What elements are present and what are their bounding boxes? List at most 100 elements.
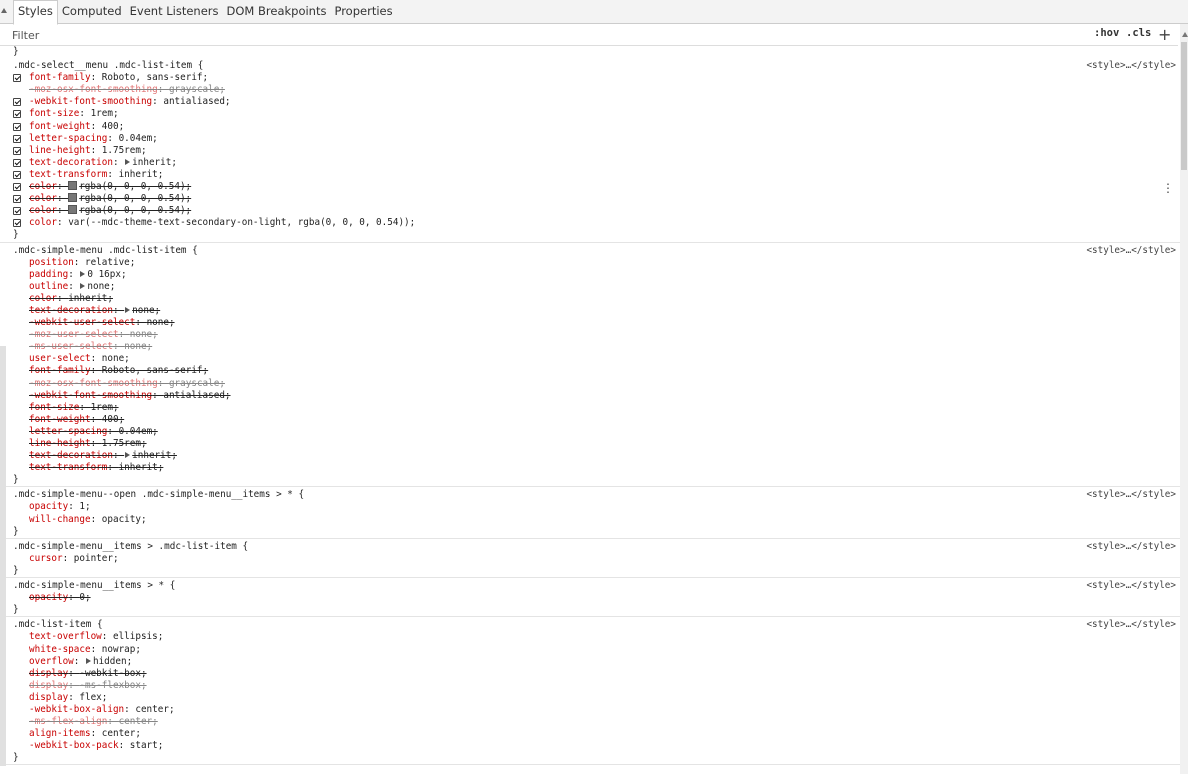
declaration-checkbox[interactable] bbox=[13, 207, 21, 216]
expand-shorthand-icon[interactable] bbox=[125, 452, 131, 459]
property-value[interactable]: Roboto, sans-serif; bbox=[102, 72, 208, 83]
property-value[interactable]: rgba(0, 0, 0, 0.54); bbox=[79, 181, 191, 192]
declaration[interactable]: color: inherit; bbox=[0, 293, 1180, 305]
declaration-checkbox[interactable] bbox=[13, 170, 21, 179]
rule-source-link[interactable]: <style>…</style> bbox=[1086, 60, 1176, 72]
declaration[interactable]: text-overflow: ellipsis; bbox=[0, 631, 1180, 643]
property-value[interactable]: 0; bbox=[79, 592, 90, 603]
declaration[interactable]: display: flex; bbox=[0, 692, 1180, 704]
rule-selector[interactable]: .mdc-simple-menu .mdc-list-item { bbox=[13, 245, 198, 256]
declaration[interactable]: font-weight: 400; bbox=[0, 414, 1180, 426]
property-name[interactable]: color bbox=[29, 181, 57, 192]
declaration[interactable]: text-transform: inherit; bbox=[0, 462, 1180, 474]
declaration-checkbox[interactable] bbox=[13, 219, 21, 228]
declaration[interactable]: font-family: Roboto, sans-serif; bbox=[0, 365, 1180, 377]
property-value[interactable]: 0 16px; bbox=[87, 269, 126, 280]
rule-selector[interactable]: .mdc-simple-menu__items > .mdc-list-item… bbox=[13, 541, 248, 552]
property-name[interactable]: text-transform bbox=[29, 462, 107, 473]
declaration[interactable]: -webkit-font-smoothing: antialiased; bbox=[0, 390, 1180, 402]
property-name[interactable]: color bbox=[29, 293, 57, 304]
color-swatch-icon[interactable] bbox=[68, 205, 78, 215]
property-name[interactable]: outline bbox=[29, 281, 68, 292]
expand-shorthand-icon[interactable] bbox=[125, 306, 131, 313]
scrollbar-thumb[interactable] bbox=[1181, 42, 1187, 170]
declaration[interactable]: display: -webkit-box; bbox=[0, 668, 1180, 680]
declaration-checkbox[interactable] bbox=[13, 146, 21, 155]
property-value[interactable]: Roboto, sans-serif; bbox=[102, 365, 208, 376]
property-name[interactable]: -moz-user-select bbox=[29, 329, 119, 340]
property-value[interactable]: rgba(0, 0, 0, 0.54); bbox=[79, 193, 191, 204]
property-value[interactable]: 1.75rem; bbox=[102, 438, 147, 449]
rule-source-link[interactable]: <style>…</style> bbox=[1086, 245, 1176, 257]
property-name[interactable]: color bbox=[29, 205, 57, 216]
declaration[interactable]: -webkit-user-select: none; bbox=[0, 317, 1180, 329]
property-value[interactable]: -ms-flexbox; bbox=[79, 680, 146, 691]
property-name[interactable]: position bbox=[29, 257, 74, 268]
property-value[interactable]: hidden; bbox=[93, 656, 132, 667]
property-value[interactable]: 1; bbox=[79, 501, 90, 512]
property-value[interactable]: grayscale; bbox=[169, 84, 225, 95]
property-value[interactable]: inherit; bbox=[68, 293, 113, 304]
declaration[interactable]: outline: none; bbox=[0, 281, 1180, 293]
hover-state-button[interactable]: :hov bbox=[1094, 27, 1119, 39]
property-name[interactable]: font-size bbox=[29, 108, 79, 119]
tab-dom-breakpoints[interactable]: DOM Breakpoints bbox=[223, 0, 331, 24]
property-name[interactable]: -webkit-user-select bbox=[29, 317, 135, 328]
declaration[interactable]: opacity: 1; bbox=[0, 501, 1180, 513]
declaration[interactable]: -ms-user-select: none; bbox=[0, 341, 1180, 353]
property-value[interactable]: ellipsis; bbox=[113, 631, 163, 642]
property-value[interactable]: var(--mdc-theme-text-secondary-on-light,… bbox=[68, 217, 415, 228]
property-value[interactable]: relative; bbox=[85, 257, 135, 268]
property-name[interactable]: align-items bbox=[29, 728, 91, 739]
declaration[interactable]: line-height: 1.75rem; bbox=[0, 438, 1180, 450]
property-name[interactable]: line-height bbox=[29, 145, 91, 156]
declaration[interactable]: font-family: Roboto, sans-serif; bbox=[0, 72, 1180, 84]
property-name[interactable]: color bbox=[29, 217, 57, 228]
property-name[interactable]: display bbox=[29, 668, 68, 679]
property-name[interactable]: text-transform bbox=[29, 169, 107, 180]
declaration[interactable]: -moz-osx-font-smoothing: grayscale; bbox=[0, 378, 1180, 390]
declaration[interactable]: font-size: 1rem; bbox=[0, 108, 1180, 120]
declaration[interactable]: text-decoration: inherit; bbox=[0, 450, 1180, 462]
property-value[interactable]: center; bbox=[102, 728, 141, 739]
declaration[interactable]: text-decoration: inherit; bbox=[0, 157, 1180, 169]
rule-selector[interactable]: .mdc-simple-menu--open .mdc-simple-menu_… bbox=[13, 489, 304, 500]
tab-computed[interactable]: Computed bbox=[58, 0, 126, 24]
rule-source-link[interactable]: <style>…</style> bbox=[1086, 580, 1176, 592]
property-name[interactable]: white-space bbox=[29, 644, 91, 655]
property-value[interactable]: 400; bbox=[102, 121, 124, 132]
declaration[interactable]: position: relative; bbox=[0, 257, 1180, 269]
collapse-arrow-icon[interactable] bbox=[1, 8, 7, 13]
rule-selector[interactable]: .mdc-list-item { bbox=[13, 619, 103, 630]
declaration[interactable]: -webkit-box-pack: start; bbox=[0, 740, 1180, 752]
new-style-rule-button[interactable]: + bbox=[1158, 25, 1171, 44]
property-name[interactable]: font-family bbox=[29, 72, 91, 83]
property-name[interactable]: text-overflow bbox=[29, 631, 102, 642]
property-name[interactable]: font-weight bbox=[29, 414, 91, 425]
property-name[interactable]: -webkit-box-align bbox=[29, 704, 124, 715]
property-name[interactable]: -moz-osx-font-smoothing bbox=[29, 84, 158, 95]
property-name[interactable]: opacity bbox=[29, 592, 68, 603]
property-value[interactable]: center; bbox=[119, 716, 158, 727]
property-name[interactable]: padding bbox=[29, 269, 68, 280]
declaration[interactable]: user-select: none; bbox=[0, 353, 1180, 365]
property-value[interactable]: inherit; bbox=[119, 462, 164, 473]
property-name[interactable]: -webkit-box-pack bbox=[29, 740, 119, 751]
expand-shorthand-icon[interactable] bbox=[80, 270, 86, 277]
declaration-checkbox[interactable] bbox=[13, 110, 21, 119]
property-value[interactable]: antialiased; bbox=[163, 390, 230, 401]
property-value[interactable]: 0.04em; bbox=[119, 426, 158, 437]
declaration[interactable]: padding: 0 16px; bbox=[0, 269, 1180, 281]
property-name[interactable]: -webkit-font-smoothing bbox=[29, 96, 152, 107]
property-name[interactable]: opacity bbox=[29, 501, 68, 512]
property-value[interactable]: 400; bbox=[102, 414, 124, 425]
declaration-checkbox[interactable] bbox=[13, 134, 21, 143]
property-value[interactable]: nowrap; bbox=[102, 644, 141, 655]
more-options-icon[interactable]: ⋮ bbox=[1162, 182, 1174, 194]
declaration[interactable]: font-size: 1rem; bbox=[0, 402, 1180, 414]
filter-input[interactable] bbox=[12, 27, 912, 43]
declaration[interactable]: display: -ms-flexbox; bbox=[0, 680, 1180, 692]
property-value[interactable]: opacity; bbox=[102, 514, 147, 525]
tab-event-listeners[interactable]: Event Listeners bbox=[126, 0, 223, 24]
declaration[interactable]: font-weight: 400; bbox=[0, 121, 1180, 133]
